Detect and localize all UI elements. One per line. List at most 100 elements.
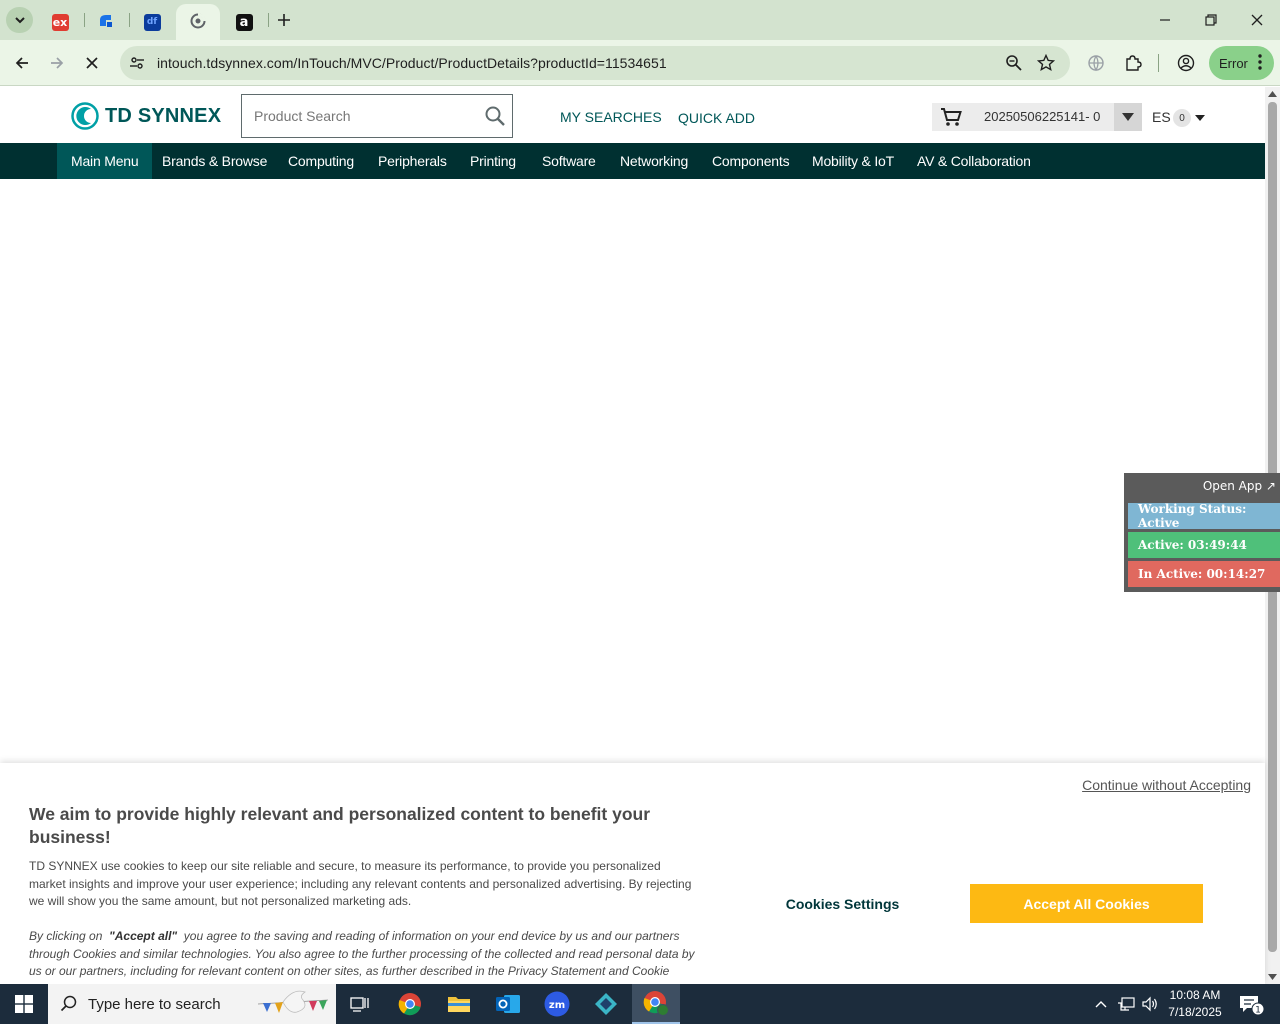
minimize-button[interactable]: [1150, 8, 1180, 32]
network-icon: [1118, 997, 1135, 1011]
start-button[interactable]: [0, 984, 48, 1024]
restore-button[interactable]: [1196, 8, 1226, 32]
minimize-icon: [1160, 19, 1170, 21]
continue-without-accepting-link[interactable]: Continue without Accepting: [1082, 777, 1251, 793]
td-synnex-logo[interactable]: TD SYNNEX: [71, 102, 221, 130]
taskbar-search-box[interactable]: Type here to search: [48, 984, 336, 1024]
open-app-link[interactable]: Open App ↗: [1203, 479, 1276, 493]
notification-center-button[interactable]: 1: [1238, 994, 1266, 1019]
taskbar-clock[interactable]: 10:08 AM 7/18/2025: [1160, 987, 1230, 1021]
tab-search-button[interactable]: [6, 7, 33, 33]
task-view-button[interactable]: [336, 984, 384, 1024]
profile-button[interactable]: [1172, 49, 1200, 77]
notification-icon: 1: [1240, 996, 1265, 1016]
more-vert-icon: [1258, 54, 1262, 70]
browser-tab-ex[interactable]: ex: [38, 4, 82, 40]
cookie-body: TD SYNNEX use cookies to keep our site r…: [29, 859, 692, 909]
forward-button[interactable]: [43, 49, 71, 77]
taskbar-chrome[interactable]: [386, 984, 434, 1024]
scroll-down-icon[interactable]: [1268, 974, 1277, 980]
nav-computing[interactable]: Computing: [288, 143, 354, 179]
nav-peripherals[interactable]: Peripherals: [378, 143, 447, 179]
restore-icon: [1205, 14, 1217, 26]
site-info-icon[interactable]: [129, 55, 145, 74]
accept-all-cookies-button[interactable]: Accept All Cookies: [970, 884, 1203, 923]
cart-icon: [941, 108, 962, 126]
product-search-box: [241, 94, 513, 138]
arrow-left-icon: [15, 57, 28, 69]
caret-down-icon[interactable]: [1195, 115, 1205, 121]
nav-brands-browse[interactable]: Brands & Browse: [162, 143, 267, 179]
close-window-button[interactable]: [1242, 8, 1272, 32]
notification-count: 1: [1255, 1006, 1261, 1016]
active-time: Active: 03:49:44: [1128, 532, 1280, 558]
nav-mobility-iot[interactable]: Mobility & IoT: [812, 143, 894, 179]
stop-loading-button[interactable]: [78, 49, 106, 77]
nav-components[interactable]: Components: [712, 143, 790, 179]
taskbar-app-diamond[interactable]: [582, 984, 630, 1024]
speaker-icon: [1142, 996, 1157, 1012]
taskbar-search-text: Type here to search: [88, 996, 221, 1013]
cookie-consent-banner: Continue without Accepting We aim to pro…: [0, 763, 1265, 984]
language-selector[interactable]: ES: [1152, 109, 1171, 125]
ex-favicon-icon: ex: [51, 13, 69, 31]
df-favicon-icon: df: [143, 13, 161, 31]
extensions-button[interactable]: [1119, 49, 1147, 77]
nav-main-menu[interactable]: Main Menu: [57, 143, 153, 179]
plus-icon: [278, 14, 290, 26]
cookie-heading: We aim to provide highly relevant and pe…: [29, 804, 651, 847]
cart-selector[interactable]: 20250506225141- 0: [932, 103, 1142, 131]
cookies-settings-button[interactable]: Cookies Settings: [760, 884, 925, 924]
arrow-right-icon: [51, 57, 64, 69]
cart-number: 20250506225141- 0: [984, 109, 1101, 124]
caret-down-icon: [1122, 113, 1134, 121]
cart-dropdown-button[interactable]: [1114, 103, 1142, 131]
nav-printing[interactable]: Printing: [470, 143, 516, 179]
taskbar-file-explorer[interactable]: [435, 984, 483, 1024]
quick-add-link[interactable]: QUICK ADD: [678, 110, 755, 126]
nav-networking[interactable]: Networking: [620, 143, 688, 179]
clock-date: 7/18/2025: [1168, 1005, 1222, 1019]
show-hidden-icons-button[interactable]: [1094, 984, 1108, 1024]
search-icon: [60, 995, 77, 1012]
taskbar-zoom[interactable]: zm: [533, 984, 581, 1024]
network-tray-button[interactable]: [1117, 984, 1135, 1024]
address-bar[interactable]: intouch.tdsynnex.com/InTouch/MVC/Product…: [120, 46, 1070, 80]
browser-tab-active[interactable]: [176, 4, 220, 40]
chevron-up-icon: [1095, 1001, 1107, 1008]
browser-tab-blue-app[interactable]: [84, 4, 128, 40]
profile-icon: [1177, 54, 1195, 72]
bookmark-star-icon[interactable]: [1036, 53, 1056, 75]
new-tab-button[interactable]: [272, 8, 296, 32]
consent-accept-all: "Accept all": [109, 929, 178, 943]
zoom-icon[interactable]: [1005, 54, 1023, 75]
taskbar-chrome-active[interactable]: [632, 984, 680, 1024]
main-nav-bar: Main Menu Brands & Browse Computing Peri…: [0, 143, 1265, 179]
amazon-favicon-icon: a: [235, 13, 253, 31]
zoom-app-icon: zm: [544, 991, 570, 1017]
url-text: intouch.tdsynnex.com/InTouch/MVC/Product…: [157, 55, 667, 71]
search-icon[interactable]: [484, 105, 506, 127]
nav-software[interactable]: Software: [542, 143, 596, 179]
nav-av-collaboration[interactable]: AV & Collaboration: [917, 143, 1031, 179]
translate-extension-button[interactable]: [1082, 49, 1110, 77]
scroll-up-icon[interactable]: [1268, 91, 1277, 97]
outlook-icon: [496, 995, 520, 1013]
browser-error-button[interactable]: Error: [1209, 46, 1274, 80]
inactive-time: In Active: 00:14:27: [1128, 561, 1280, 587]
product-search-input[interactable]: [242, 95, 472, 137]
consent-prefix: By clicking on: [29, 929, 103, 943]
windows-taskbar: Type here to search zm 10:08 AM 7/18/202…: [0, 984, 1280, 1024]
browser-tab-amazon[interactable]: a: [222, 4, 266, 40]
logo-text: TD SYNNEX: [105, 104, 222, 127]
back-button[interactable]: [8, 49, 36, 77]
volume-tray-button[interactable]: [1141, 984, 1159, 1024]
chrome-icon: [398, 993, 421, 1016]
toolbar-separator: [1158, 54, 1159, 72]
close-icon: [86, 57, 98, 69]
taskbar-outlook[interactable]: [484, 984, 532, 1024]
my-searches-link[interactable]: MY SEARCHES: [560, 109, 662, 125]
browser-tab-df[interactable]: df: [130, 4, 174, 40]
chrome-profile-icon: [643, 991, 669, 1016]
cookie-consent-text: By clicking on "Accept all" you agree to…: [29, 928, 709, 984]
